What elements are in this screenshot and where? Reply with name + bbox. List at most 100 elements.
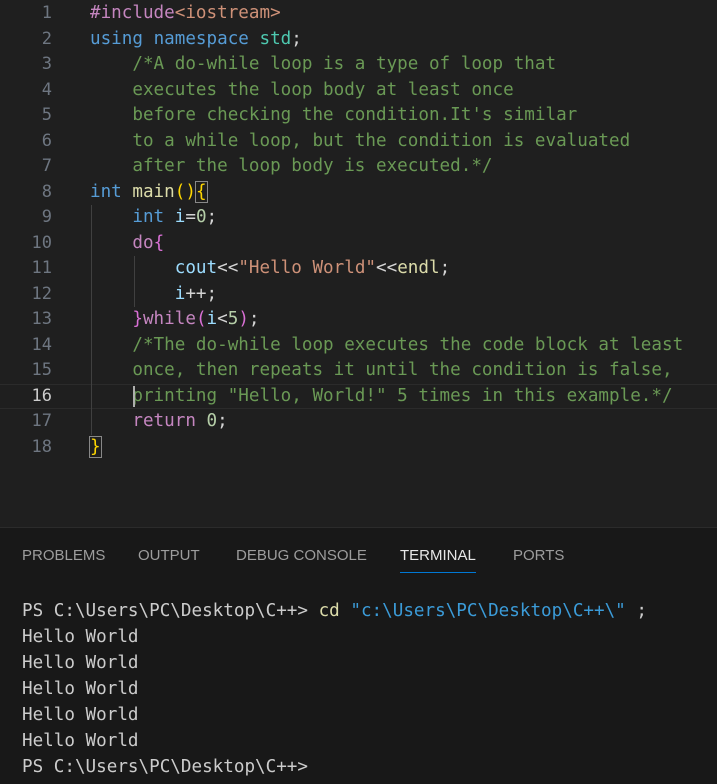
terminal-output-line: Hello World (22, 731, 139, 751)
code-token: executes the loop body at least once (90, 79, 514, 100)
code-token: } (89, 435, 102, 458)
code-line[interactable]: 10 do{ (0, 231, 717, 257)
code-token: namespace (153, 28, 249, 49)
terminal-command: cd (318, 601, 340, 621)
code-token: while (142, 309, 196, 329)
terminal-prompt: PS C:\Users\PC\Desktop\C++> (22, 601, 319, 621)
code-token: < (217, 309, 228, 329)
code-token: once, then repeats it until the conditio… (90, 360, 673, 380)
code-text: cout<<"Hello World"<<endl; (90, 256, 450, 282)
code-line[interactable]: 11 cout<<"Hello World"<<endl; (0, 256, 717, 282)
line-number: 18 (31, 436, 52, 457)
code-line[interactable]: 3 /*A do-while loop is a type of loop th… (0, 52, 717, 78)
code-token: << (217, 258, 239, 278)
line-number: 2 (41, 28, 52, 49)
code-token: main (132, 181, 175, 202)
terminal-output-line: Hello World (22, 653, 139, 673)
line-number: 5 (41, 105, 52, 125)
line-number: 14 (31, 334, 52, 355)
code-token: using (90, 28, 143, 49)
code-token: ( (195, 309, 207, 329)
line-number: 8 (41, 181, 52, 202)
terminal-argument: "c:\Users\PC\Desktop\C++\" (350, 601, 626, 621)
tab-problems[interactable]: PROBLEMS (22, 547, 105, 572)
code-line[interactable]: 13 }while(i<5); (0, 307, 717, 333)
line-number: 10 (31, 232, 52, 253)
code-token: do (132, 232, 154, 253)
code-token: ++; (185, 283, 218, 304)
code-line[interactable]: 16 printing "Hello, World!" 5 times in t… (0, 384, 717, 410)
code-line[interactable]: 18} (0, 435, 717, 461)
code-token: endl (397, 258, 440, 278)
code-line[interactable]: 12 i++; (0, 282, 717, 308)
line-number: 11 (31, 258, 52, 278)
code-text: #include<iostream> (90, 1, 281, 27)
code-token: std (259, 28, 292, 49)
tab-ports[interactable]: PORTS (513, 547, 564, 572)
code-token: ; (217, 411, 228, 431)
line-number: 17 (31, 411, 52, 431)
code-text: to a while loop, but the condition is ev… (90, 129, 630, 155)
line-number: 6 (41, 130, 52, 151)
code-token: << (376, 258, 398, 278)
code-text: /*A do-while loop is a type of loop that (90, 52, 556, 78)
terminal-output-line: Hello World (22, 627, 139, 647)
code-text: i++; (90, 282, 217, 308)
code-line[interactable]: 2 using namespace std; (0, 27, 717, 53)
code-text: after the loop body is executed.*/ (90, 154, 492, 180)
tab-debug-console[interactable]: DEBUG CONSOLE (236, 547, 367, 572)
code-text: printing "Hello, World!" 5 times in this… (90, 384, 672, 410)
tab-output[interactable]: OUTPUT (138, 547, 200, 572)
code-token: { (153, 232, 165, 253)
code-token: } (132, 309, 143, 329)
line-number: 13 (31, 309, 52, 329)
code-line[interactable]: 9 int i=0; (0, 205, 717, 231)
code-token: ; (291, 28, 302, 49)
panel-tabs: PROBLEMS OUTPUT DEBUG CONSOLE TERMINAL P… (0, 528, 717, 588)
code-text: int i=0; (90, 205, 217, 231)
code-text: executes the loop body at least once (90, 78, 514, 104)
tab-terminal[interactable]: TERMINAL (400, 547, 476, 573)
line-number: 9 (41, 207, 52, 227)
code-token: ; (248, 309, 260, 329)
code-token: i (174, 207, 186, 227)
code-token: = (185, 207, 196, 227)
code-token: () (174, 181, 196, 202)
code-line[interactable]: 17 return 0; (0, 409, 717, 435)
code-token: i (174, 283, 186, 304)
code-editor[interactable]: 1 #include<iostream> 2 using namespace std;… (0, 0, 717, 527)
terminal-output-line: Hello World (22, 679, 139, 699)
code-line[interactable]: 7 after the loop body is executed.*/ (0, 154, 717, 180)
code-line[interactable]: 4 executes the loop body at least once (0, 78, 717, 104)
terminal-output[interactable]: PS C:\Users\PC\Desktop\C++> cd "c:\Users… (22, 598, 647, 780)
code-token: 0 (195, 207, 207, 227)
code-token: <iostream> (174, 3, 281, 23)
code-token: /*A do-while loop is a type of loop that (90, 54, 557, 74)
code-text: return 0; (90, 409, 228, 435)
bottom-panel: PROBLEMS OUTPUT DEBUG CONSOLE TERMINAL P… (0, 527, 717, 784)
code-line[interactable]: 6 to a while loop, but the condition is … (0, 129, 717, 155)
code-text: before checking the condition.It's simil… (90, 103, 577, 129)
code-line[interactable]: 14 /*The do-while loop executes the code… (0, 333, 717, 359)
code-line[interactable]: 5 before checking the condition.It's sim… (0, 103, 717, 129)
line-number: 4 (41, 79, 52, 100)
code-line[interactable]: 1 #include<iostream> (0, 1, 717, 27)
line-number: 3 (41, 54, 52, 74)
code-token: to a while loop, but the condition is ev… (90, 130, 631, 151)
code-text: int main(){ (90, 180, 208, 206)
code-token: int (132, 207, 165, 227)
code-line[interactable]: 15 once, then repeats it until the condi… (0, 358, 717, 384)
line-number: 16 (31, 385, 52, 406)
terminal-suffix: ; (625, 601, 647, 621)
code-token: 5 (227, 309, 239, 329)
code-line[interactable]: 8 int main(){ (0, 180, 717, 206)
